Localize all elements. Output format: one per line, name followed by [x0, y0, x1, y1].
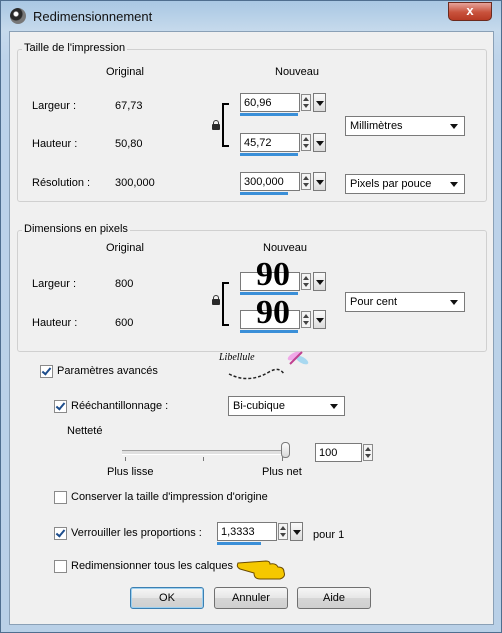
ratio-value: 1,3333	[221, 526, 255, 538]
app-icon[interactable]	[10, 8, 26, 24]
print-height-original: 50,80	[115, 138, 143, 150]
print-width-label: Largeur :	[32, 100, 77, 112]
pixel-height-label: Hauteur :	[32, 317, 78, 329]
resample-checkbox[interactable]	[54, 400, 67, 413]
pixel-unit-select[interactable]: Pour cent	[345, 292, 465, 312]
resize-all-layers-label: Redimensionner tous les calques	[71, 560, 234, 572]
chevron-down-icon[interactable]	[290, 522, 303, 541]
lock-icon[interactable]	[212, 295, 220, 305]
pixel-original-header: Original	[106, 242, 144, 254]
slider-tick	[282, 457, 283, 461]
ratio-stepper[interactable]: 1,3333	[217, 522, 307, 545]
keep-print-size-checkbox[interactable]	[54, 491, 67, 504]
resize-all-layers-checkbox[interactable]	[54, 560, 67, 573]
dragonfly-icon	[228, 351, 309, 380]
sharpness-max-label: Plus net	[262, 466, 302, 478]
spin-arrows-icon[interactable]	[363, 444, 373, 461]
sharpness-stepper[interactable]: 100	[315, 443, 375, 466]
resolution-unit-value: Pixels par pouce	[350, 178, 432, 190]
chevron-down-icon[interactable]	[313, 172, 326, 191]
ok-button[interactable]: OK	[130, 587, 204, 609]
chevron-down-icon	[330, 404, 338, 409]
pixel-width-label: Largeur :	[32, 278, 77, 290]
resolution-original: 300,000	[115, 177, 155, 189]
spin-arrows-icon[interactable]	[301, 311, 311, 328]
title-bar[interactable]: Redimensionnement x	[1, 1, 501, 31]
sharpness-label: Netteté	[67, 425, 103, 437]
spin-arrows-icon[interactable]	[301, 134, 311, 151]
link-bracket	[222, 282, 229, 326]
pixel-size-group-title: Dimensions en pixels	[22, 223, 130, 235]
resample-value: Bi-cubique	[233, 400, 285, 412]
close-button[interactable]: x	[448, 2, 492, 21]
print-unit-select[interactable]: Millimètres	[345, 116, 465, 136]
resolution-unit-select[interactable]: Pixels par pouce	[345, 174, 465, 194]
window-title: Redimensionnement	[33, 9, 153, 24]
dialog-window: Redimensionnement x Taille de l'impressi…	[0, 0, 502, 633]
print-height-bar	[240, 153, 298, 156]
help-button[interactable]: Aide	[297, 587, 371, 609]
pixel-height-original: 600	[115, 317, 134, 329]
chevron-down-icon[interactable]	[313, 133, 326, 152]
pixel-width-value: 90	[256, 256, 290, 293]
resample-select[interactable]: Bi-cubique	[228, 396, 345, 416]
print-height-stepper[interactable]: 45,72	[240, 133, 328, 156]
ratio-bar	[217, 542, 261, 545]
print-original-header: Original	[106, 66, 144, 78]
print-size-group-title: Taille de l'impression	[22, 42, 128, 54]
print-width-original: 67,73	[115, 100, 143, 112]
print-width-stepper[interactable]: 60,96	[240, 93, 328, 116]
pixel-width-original: 800	[115, 278, 134, 290]
chevron-down-icon	[450, 300, 458, 305]
close-icon: x	[466, 3, 474, 18]
chevron-down-icon[interactable]	[313, 310, 326, 329]
lock-ratio-checkbox[interactable]	[54, 527, 67, 540]
pointing-hand-icon	[236, 560, 285, 580]
print-width-value: 60,96	[244, 97, 272, 109]
keep-print-size-label: Conserver la taille d'impression d'origi…	[71, 491, 268, 503]
spin-arrows-icon[interactable]	[301, 173, 311, 190]
sharpness-value: 100	[319, 447, 338, 459]
chevron-down-icon[interactable]	[313, 272, 326, 291]
pixel-height-value: 90	[256, 294, 290, 331]
lock-ratio-label: Verrouiller les proportions :	[71, 527, 202, 539]
link-bracket	[222, 103, 229, 147]
advanced-label: Paramètres avancés	[57, 365, 158, 377]
chevron-down-icon	[450, 182, 458, 187]
print-width-bar	[240, 113, 298, 116]
cancel-button[interactable]: Annuler	[214, 587, 288, 609]
slider-tick	[125, 457, 126, 461]
slider-tick	[203, 457, 204, 461]
sharpness-slider-thumb[interactable]	[281, 442, 290, 458]
print-height-value: 45,72	[244, 137, 272, 149]
sharpness-slider-track[interactable]	[122, 450, 286, 455]
pixel-unit-value: Pour cent	[350, 296, 398, 308]
sharpness-min-label: Plus lisse	[107, 466, 154, 478]
print-height-label: Hauteur :	[32, 138, 78, 150]
resolution-label: Résolution :	[32, 177, 91, 189]
print-new-header: Nouveau	[275, 66, 320, 78]
ratio-suffix: pour 1	[313, 529, 345, 541]
resolution-stepper[interactable]: 300,000	[240, 172, 328, 195]
spin-arrows-icon[interactable]	[301, 94, 311, 111]
pixel-new-header: Nouveau	[263, 242, 308, 254]
chevron-down-icon	[450, 124, 458, 129]
resolution-bar	[240, 192, 288, 195]
resolution-value: 300,000	[244, 176, 284, 188]
spin-arrows-icon[interactable]	[278, 523, 288, 540]
lock-icon[interactable]	[212, 120, 220, 130]
chevron-down-icon[interactable]	[313, 93, 326, 112]
advanced-checkbox[interactable]	[40, 365, 53, 378]
spin-arrows-icon[interactable]	[301, 273, 311, 290]
print-unit-value: Millimètres	[350, 120, 403, 132]
resample-label: Rééchantillonnage :	[71, 400, 169, 412]
dialog-client-area: Taille de l'impression Original Nouveau …	[9, 31, 494, 625]
